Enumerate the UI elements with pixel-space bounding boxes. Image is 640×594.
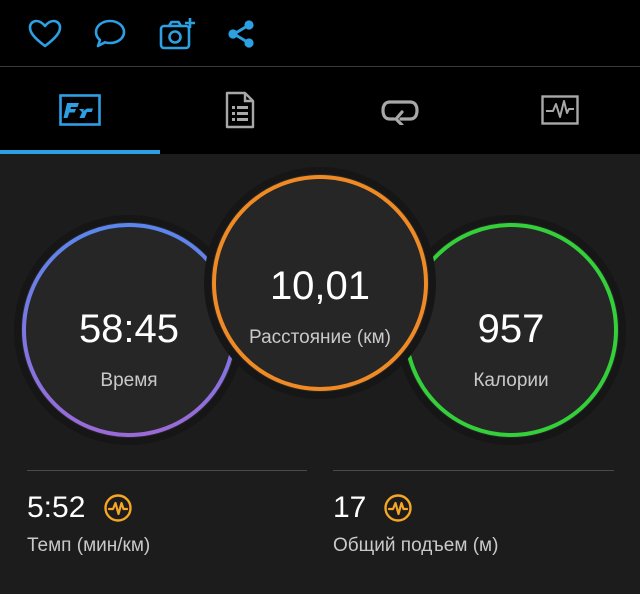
ascent-label: Общий подъем (м)	[333, 535, 499, 556]
overview-icon	[59, 94, 101, 126]
action-bar	[0, 0, 640, 66]
tab-details[interactable]	[160, 67, 320, 153]
share-icon	[228, 20, 254, 48]
like-button[interactable]	[23, 12, 67, 56]
calories-circle[interactable]: 957 Калории	[403, 222, 619, 438]
calories-label: Калории	[473, 370, 549, 391]
comment-button[interactable]	[88, 12, 132, 56]
tab-overview[interactable]	[0, 67, 160, 153]
distance-circle[interactable]: 10,01 Расстояние (км)	[211, 174, 429, 392]
charts-icon	[541, 95, 579, 125]
distance-label: Расстояние (км)	[249, 327, 391, 348]
time-circle[interactable]: 58:45 Время	[21, 222, 237, 438]
zone-chart-icon[interactable]	[383, 493, 413, 523]
details-list-icon	[225, 91, 255, 129]
laps-icon	[381, 100, 419, 125]
calories-value: 957	[477, 307, 545, 351]
pace-divider	[27, 470, 307, 471]
time-label: Время	[100, 370, 158, 391]
comment-icon	[94, 19, 126, 48]
pace-label: Темп (мин/км)	[27, 535, 151, 556]
ascent-value: 17	[333, 491, 367, 524]
activity-summary: 58:45 Время 957 Калории 10,01 Расстояние…	[0, 154, 640, 594]
add-photo-icon	[159, 18, 195, 50]
pace-value: 5:52	[27, 491, 86, 524]
tab-charts[interactable]	[480, 67, 640, 153]
zone-chart-icon[interactable]	[103, 493, 133, 523]
tab-bar	[0, 67, 640, 153]
time-value: 58:45	[78, 307, 180, 351]
distance-value: 10,01	[269, 264, 371, 308]
share-button[interactable]	[219, 12, 263, 56]
tab-laps[interactable]	[320, 67, 480, 153]
add-photo-button[interactable]	[155, 12, 199, 56]
ascent-divider	[333, 470, 614, 471]
heart-icon	[28, 19, 62, 48]
